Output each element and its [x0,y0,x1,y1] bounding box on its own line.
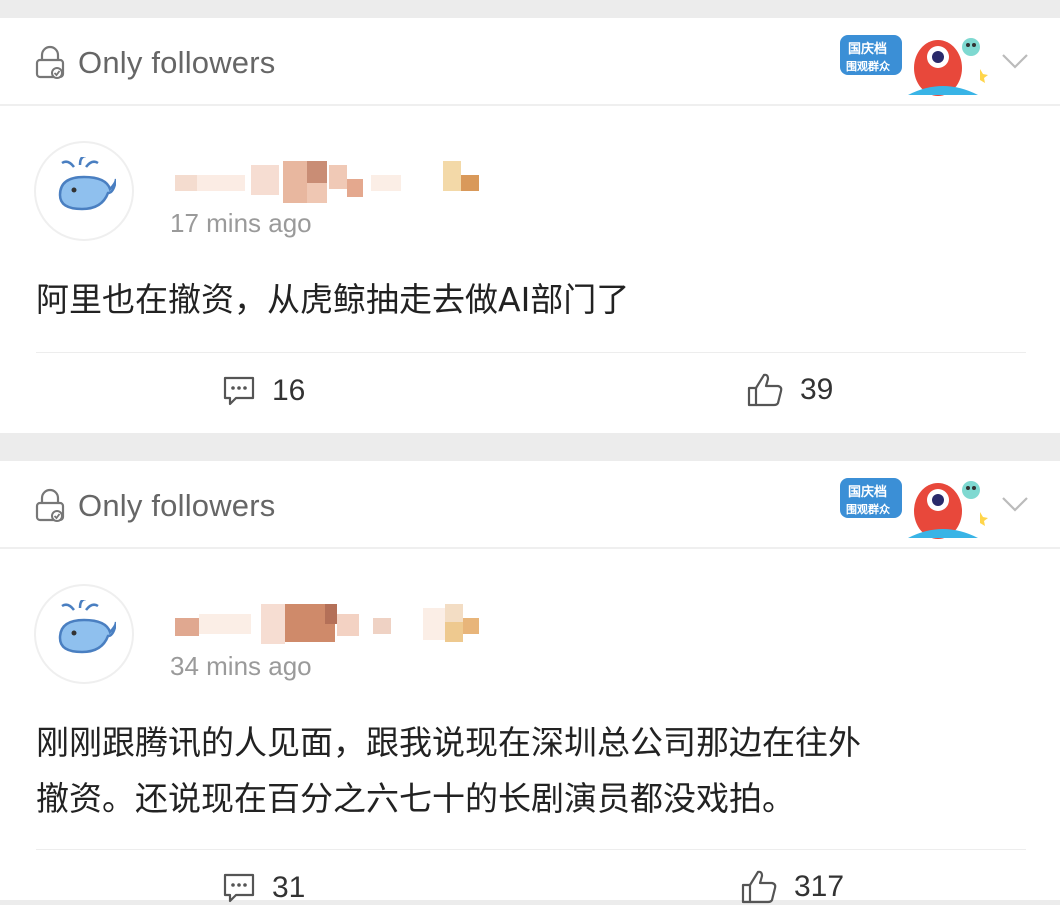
chevron-down-icon[interactable] [998,43,1032,77]
like-button[interactable]: 39 [746,372,833,408]
national-day-sticker-icon: 国庆档 围观群众 [840,35,988,96]
comment-button[interactable]: 16 [222,374,305,408]
avatar[interactable] [34,584,134,684]
like-count: 317 [794,870,845,903]
visibility-indicator: Only followers [32,45,275,81]
whale-avatar-icon [58,600,116,654]
divider [36,352,1026,353]
comment-count: 16 [272,374,306,407]
sticker-text-1: 国庆档 [848,484,887,500]
post-text-line: 阿里也在撤资，从虎鲸抽走去做AI部门了 [36,280,630,319]
thumbs-up-icon [747,373,783,407]
post-header-bar: Only followers 国庆档 围观群众 [0,18,1060,106]
comment-icon [223,873,255,903]
post-card: Only followers 国庆档 围观群众 [0,461,1060,904]
visibility-label: Only followers [78,45,276,80]
sticker-text-1: 国庆档 [848,41,887,57]
avatar[interactable] [34,141,134,241]
visibility-label: Only followers [78,488,276,523]
post-text-line: 撤资。还说现在百分之六七十的长剧演员都没戏拍。 [36,779,795,818]
divider [36,849,1026,850]
sticker-text-2: 围观群众 [846,59,891,73]
post-text: 阿里也在撤资，从虎鲸抽走去做AI部门了 [36,272,629,328]
username-redacted[interactable] [175,161,480,203]
national-day-sticker-icon: 国庆档 围观群众 [840,478,988,539]
lock-icon [35,45,65,79]
post-text: 刚刚跟腾讯的人见面，跟我说现在深圳总公司那边在往外 撤资。还说现在百分之六七十的… [36,715,861,827]
post-text-line: 刚刚跟腾讯的人见面，跟我说现在深圳总公司那边在往外 [36,723,861,762]
visibility-indicator: Only followers [32,488,275,524]
comment-icon [223,376,255,406]
like-count: 39 [800,373,834,406]
whale-avatar-icon [58,157,116,211]
post-timestamp: 17 mins ago [170,208,312,238]
sticker-text-2: 围观群众 [846,502,891,516]
chevron-down-icon[interactable] [998,486,1032,520]
username-redacted[interactable] [175,604,480,646]
post-header-bar: Only followers 国庆档 围观群众 [0,461,1060,549]
post-card: Only followers 国庆档 围观群众 [0,18,1060,433]
lock-icon [35,488,65,522]
post-timestamp: 34 mins ago [170,651,312,681]
